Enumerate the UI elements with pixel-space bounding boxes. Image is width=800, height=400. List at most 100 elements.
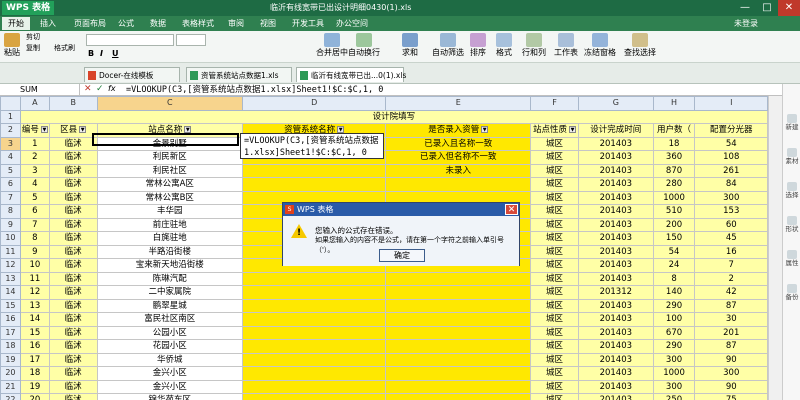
row-header[interactable]: 14 [0,285,21,300]
cell-county[interactable]: 临沭 [48,204,98,219]
column-header-a[interactable]: A [19,96,50,111]
cell-id[interactable]: 15 [19,325,50,340]
cell-design-date[interactable]: 201403 [578,204,654,219]
cell-design-date[interactable]: 201403 [578,312,654,327]
row-header[interactable]: 12 [0,258,21,273]
cell-design-date[interactable]: 201403 [578,190,654,205]
cell-entered-status[interactable] [385,339,532,354]
tab-docer-templates[interactable]: Docer-在线模板 [84,67,180,82]
cell-user-count[interactable]: 1000 [652,366,696,381]
cell-site-type[interactable]: 城区 [530,177,580,192]
corner-cell[interactable] [0,96,21,111]
column-title-cell[interactable]: 配置分光器 [694,123,768,138]
cell-splitter-config[interactable]: 300 [694,366,768,381]
cell-entered-status[interactable] [385,366,532,381]
cell-county[interactable]: 临沭 [48,244,98,259]
cell-id[interactable]: 5 [19,190,50,205]
cell-site-type[interactable]: 城区 [530,150,580,165]
cell-site-name[interactable]: 利民社区 [96,163,243,178]
cell-user-count[interactable]: 18 [652,136,696,151]
cell-site-type[interactable]: 城区 [530,312,580,327]
freeze-panes-button[interactable]: 冻结窗格 [584,33,616,58]
menu-data[interactable]: 数据 [144,17,172,30]
cell-asset-name[interactable] [241,163,387,178]
cell-id[interactable]: 6 [19,204,50,219]
cut-button[interactable]: 剪切 [26,32,40,42]
cell-asset-name[interactable] [241,325,387,340]
cell-id[interactable]: 17 [19,352,50,367]
cell-splitter-config[interactable]: 90 [694,379,768,394]
filter-dropdown-icon[interactable]: ▼ [481,126,489,134]
column-header-b[interactable]: B [48,96,98,111]
cell-site-type[interactable]: 城区 [530,271,580,286]
dialog-close-button[interactable]: ✕ [505,204,518,215]
close-window-button[interactable]: ✕ [778,0,800,16]
column-title-cell[interactable]: 设计完成时间 [578,123,654,138]
cell-county[interactable]: 临沭 [48,285,98,300]
cell-site-name[interactable]: 公园小区 [96,325,243,340]
cell-asset-name[interactable] [241,366,387,381]
cell-user-count[interactable]: 300 [652,352,696,367]
column-header-c[interactable]: C [96,96,243,111]
cell-asset-name[interactable] [241,271,387,286]
cell-user-count[interactable]: 360 [652,150,696,165]
cell-splitter-config[interactable]: 60 [694,217,768,232]
cell-county[interactable]: 临沭 [48,190,98,205]
row-header[interactable]: 22 [0,393,21,400]
cell-county[interactable]: 临沭 [48,352,98,367]
merge-center-button[interactable]: 合并居中 [316,33,348,58]
bold-button[interactable]: B [88,49,94,58]
cell-splitter-config[interactable]: 16 [694,244,768,259]
cell-site-type[interactable]: 城区 [530,204,580,219]
cell-user-count[interactable]: 670 [652,325,696,340]
sort-button[interactable]: 排序 [470,33,486,58]
cell-county[interactable]: 临沭 [48,217,98,232]
side-panel-item[interactable]: 新建 [785,114,799,131]
cell-entered-status[interactable] [385,325,532,340]
cell-site-type[interactable]: 城区 [530,217,580,232]
row-col-button[interactable]: 行和列 [522,33,546,58]
ok-button[interactable]: 确定 [379,249,425,262]
column-title-cell[interactable]: 编号 ▼ [19,123,50,138]
cell-county[interactable]: 临沭 [48,298,98,313]
cell-splitter-config[interactable]: 153 [694,204,768,219]
cell-entered-status[interactable]: 已录入且名称一致 [385,136,532,151]
cell-entered-status[interactable]: 未录入 [385,163,532,178]
cell-site-name[interactable]: 白旄驻地 [96,231,243,246]
group-header-cell[interactable]: 设计院填写 [19,109,768,124]
cell-id[interactable]: 11 [19,271,50,286]
cell-user-count[interactable]: 250 [652,393,696,400]
cell-user-count[interactable]: 290 [652,298,696,313]
cell-asset-name[interactable] [241,339,387,354]
cell-user-count[interactable]: 300 [652,379,696,394]
cell-entered-status[interactable] [385,393,532,400]
column-header-d[interactable]: D [241,96,387,111]
cell-site-name[interactable]: 常林公寓B区 [96,190,243,205]
menu-view[interactable]: 视图 [254,17,282,30]
sum-button[interactable]: 求和 [402,33,418,58]
cell-design-date[interactable]: 201403 [578,244,654,259]
minimize-button[interactable]: — [734,0,756,16]
cell-county[interactable]: 临沭 [48,366,98,381]
cell-site-name[interactable]: 花园小区 [96,339,243,354]
cell-user-count[interactable]: 510 [652,204,696,219]
side-panel-item[interactable]: 备份 [785,284,799,301]
cell-asset-name[interactable] [241,312,387,327]
cell-design-date[interactable]: 201403 [578,393,654,400]
confirm-formula-icon[interactable]: ✓ [96,84,104,94]
tab-workbook-asset-data[interactable]: 资管系统站点数据1.xls [186,67,292,82]
cell-id[interactable]: 18 [19,366,50,381]
cell-design-date[interactable]: 201403 [578,325,654,340]
cancel-formula-icon[interactable]: ✕ [84,84,92,94]
active-cell-c3[interactable] [92,133,239,146]
cell-splitter-config[interactable]: 87 [694,339,768,354]
row-header[interactable]: 15 [0,298,21,313]
cell-user-count[interactable]: 140 [652,285,696,300]
row-header[interactable]: 5 [0,163,21,178]
cell-site-type[interactable]: 城区 [530,352,580,367]
cell-site-type[interactable]: 城区 [530,393,580,400]
cell-site-name[interactable]: 丰华园 [96,204,243,219]
insert-function-icon[interactable]: fx [108,84,116,93]
cell-entered-status[interactable] [385,379,532,394]
column-title-cell[interactable]: 是否录入资管 ▼ [385,123,532,138]
